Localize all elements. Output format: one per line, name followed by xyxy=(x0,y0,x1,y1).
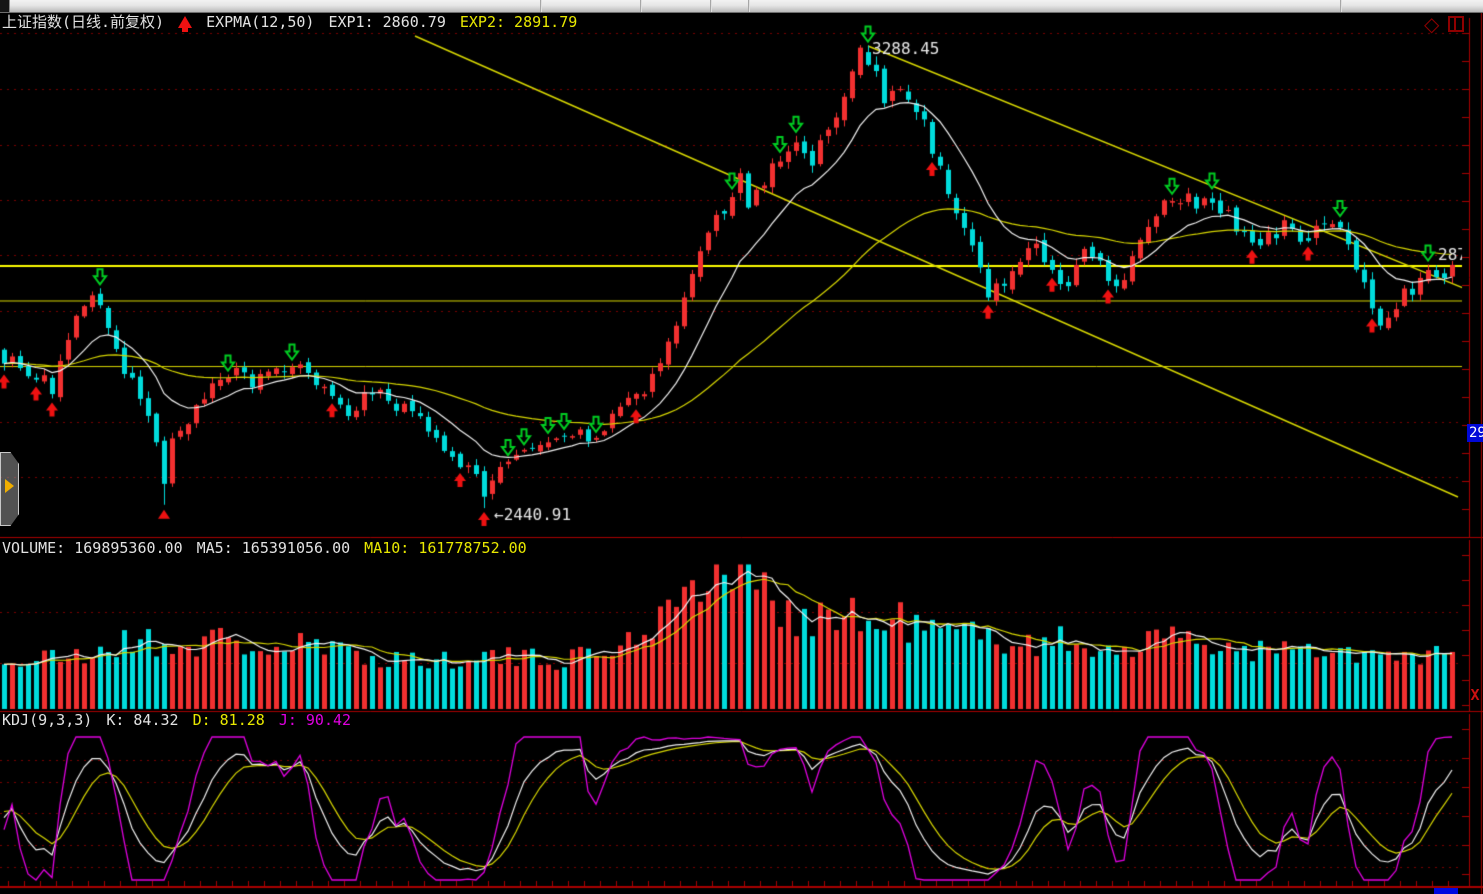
stock-chart-window: 上证指数(日线.前复权) EXPMA(12,50) EXP1: 2860.79 EXP… xyxy=(0,0,1483,894)
main-chart-header: 上证指数(日线.前复权) EXPMA(12,50) EXP1: 2860.79 EXP… xyxy=(2,13,591,31)
kdj-j: J: 90.42 xyxy=(279,711,351,729)
buy-signal-icon xyxy=(178,16,192,28)
volume-pane-close-button[interactable]: X xyxy=(1468,687,1482,703)
kdj-header: KDJ(9,3,3) K: 84.32 D: 81.28 J: 90.42 xyxy=(2,711,365,729)
horizontal-scrollbar-thumb[interactable] xyxy=(1434,888,1458,894)
window-split-icon[interactable] xyxy=(1448,16,1464,32)
left-panel-expander-button[interactable] xyxy=(0,452,19,526)
toolbar-notch xyxy=(0,0,10,12)
kdj-k: K: 84.32 xyxy=(106,711,178,729)
expand-right-icon xyxy=(5,479,14,493)
volume-value: VOLUME: 169895360.00 xyxy=(2,539,183,557)
symbol-title: 上证指数(日线.前复权) xyxy=(2,13,164,31)
volume-ma10: MA10: 161778752.00 xyxy=(364,539,527,557)
exp2-value: EXP2: 2891.79 xyxy=(460,13,577,31)
chart-canvas[interactable] xyxy=(0,0,1483,894)
kdj-d: D: 81.28 xyxy=(193,711,265,729)
kdj-name: KDJ(9,3,3) xyxy=(2,711,92,729)
volume-header: VOLUME: 169895360.00 MA5: 165391056.00 MA1… xyxy=(2,539,541,557)
volume-ma5: MA5: 165391056.00 xyxy=(197,539,351,557)
exp1-value: EXP1: 2860.79 xyxy=(328,13,445,31)
indicator-name: EXPMA(12,50) xyxy=(206,13,314,31)
toolbar-strip xyxy=(0,0,1483,13)
axis-price-tag: 29 xyxy=(1467,424,1483,442)
diamond-icon[interactable]: ◇ xyxy=(1424,14,1439,34)
